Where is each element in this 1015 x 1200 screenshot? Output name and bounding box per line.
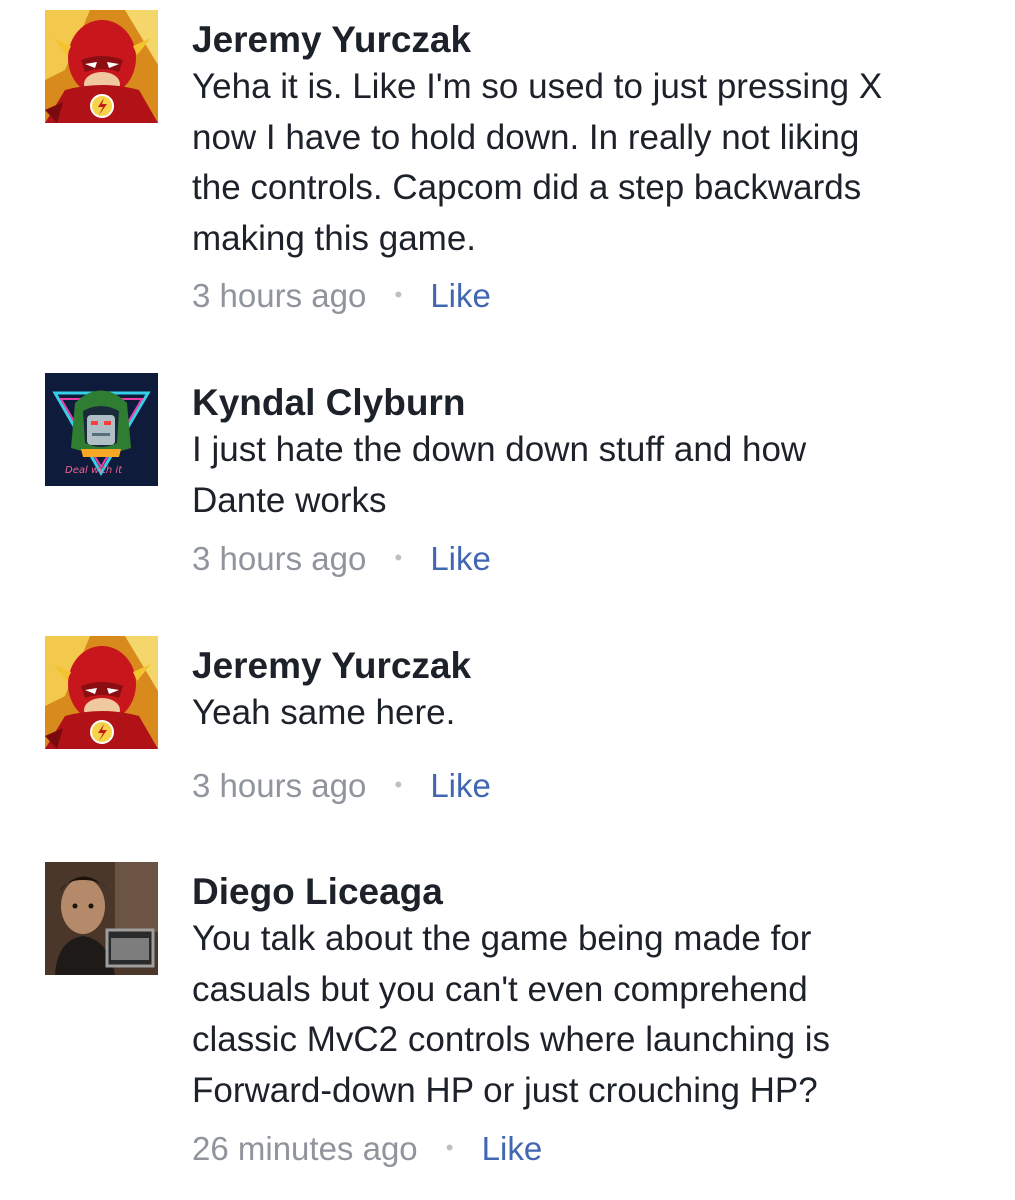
separator-dot: • (394, 545, 403, 570)
separator-dot: • (394, 282, 403, 307)
comment-text-line: Dante works (192, 480, 387, 520)
comment-text-line: making this game. (192, 218, 477, 258)
comment-author[interactable]: Jeremy Yurczak (192, 20, 982, 60)
like-button[interactable]: Like (430, 540, 491, 577)
like-button[interactable]: Like (430, 277, 491, 314)
comment-meta: 3 hours ago • Like (192, 277, 491, 314)
like-button[interactable]: Like (430, 767, 491, 804)
comment-text-line: You talk about the game being made for (192, 919, 812, 958)
comment-text-line: Forward-down HP or just crouching HP? (192, 1070, 818, 1110)
comment-text-line: Yeah same here. (192, 693, 456, 732)
comment-meta: 26 minutes ago • Like (192, 1130, 542, 1167)
doom-avatar-icon[interactable] (45, 373, 158, 486)
comment-timestamp[interactable]: 3 hours ago (192, 277, 366, 314)
comment-author[interactable]: Kyndal Clyburn (192, 383, 982, 423)
comment-text-line: now I have to hold down. In really not l… (192, 117, 860, 157)
comment-text-line: classic MvC2 controls where launching is (192, 1020, 831, 1059)
comment-thread: Jeremy Yurczak Yeha it is. Like I'm so u… (0, 0, 1015, 1200)
comment-author[interactable]: Jeremy Yurczak (192, 646, 982, 686)
comment-timestamp[interactable]: 3 hours ago (192, 540, 366, 577)
flash-avatar-icon[interactable] (45, 636, 158, 749)
comment-timestamp[interactable]: 3 hours ago (192, 767, 366, 804)
comment-timestamp[interactable]: 26 minutes ago (192, 1130, 418, 1167)
comment-text-line: I just hate the down down stuff and how (192, 430, 807, 469)
separator-dot: • (445, 1135, 454, 1160)
comment-text-line: Yeha it is. Like I'm so used to just pre… (192, 67, 883, 106)
photo-avatar-icon[interactable] (45, 862, 158, 975)
comment-author[interactable]: Diego Liceaga (192, 872, 982, 912)
comment-text-line: casuals but you can't even comprehend (192, 969, 808, 1009)
like-button[interactable]: Like (482, 1130, 543, 1167)
comment-text: You talk about the game being made for c… (192, 914, 982, 1116)
comment-text: I just hate the down down stuff and how … (192, 425, 982, 526)
comment-meta: 3 hours ago • Like (192, 540, 491, 577)
comment-text: Yeha it is. Like I'm so used to just pre… (192, 62, 982, 264)
separator-dot: • (394, 772, 403, 797)
flash-avatar-icon[interactable] (45, 10, 158, 123)
comment-text-line: the controls. Capcom did a step backward… (192, 168, 862, 207)
comment-text: Yeah same here. (192, 688, 982, 739)
comment-meta: 3 hours ago • Like (192, 767, 491, 804)
